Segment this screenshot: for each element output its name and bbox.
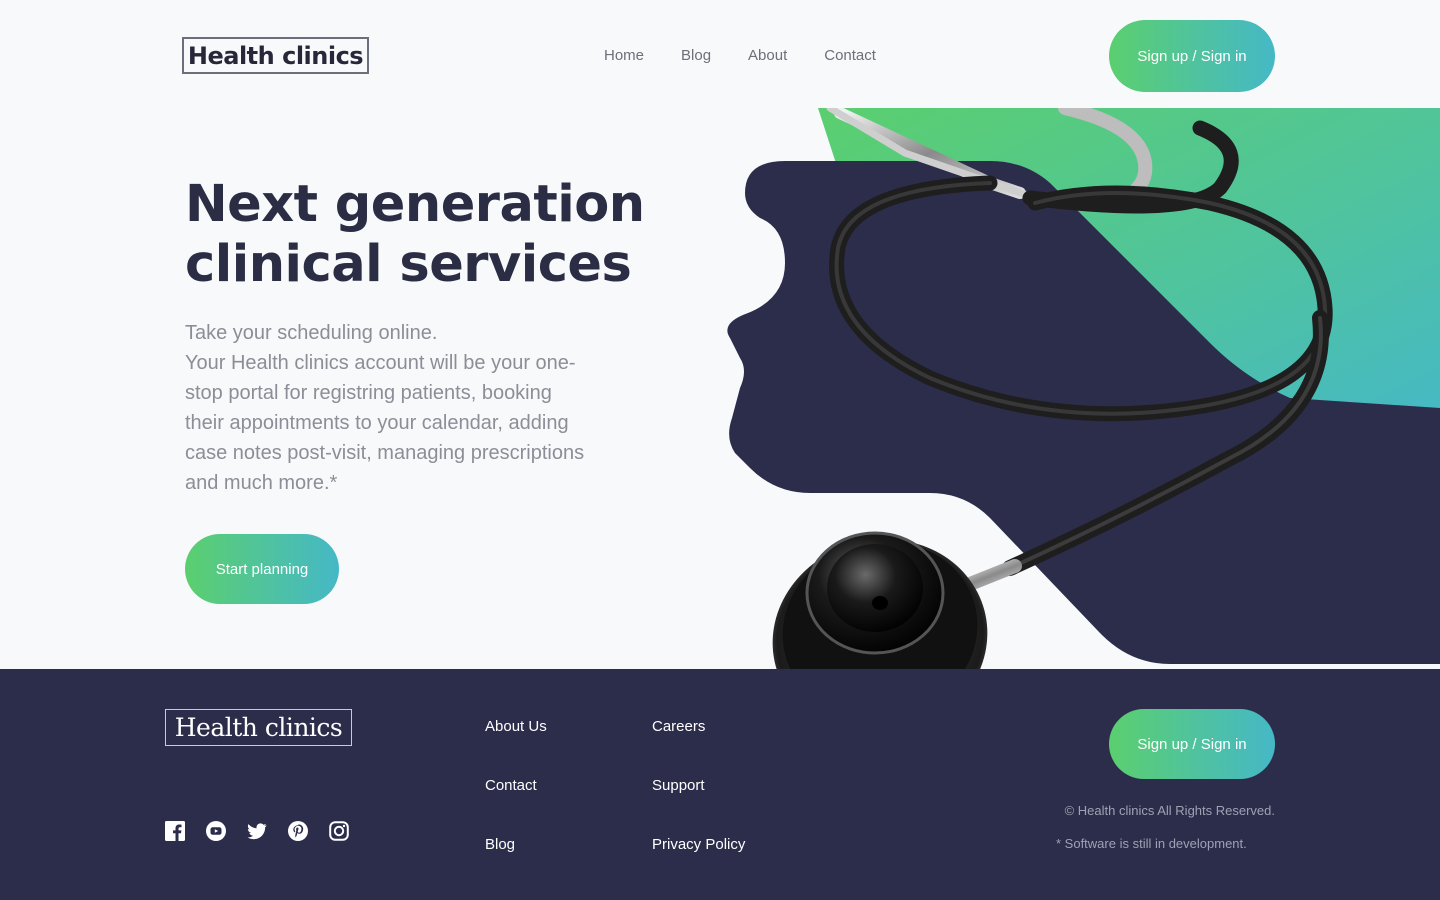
hero-title-line: clinical services <box>185 235 632 294</box>
footer: Health clinics About Us Contact Blog Car… <box>0 669 1440 900</box>
footer-link-blog[interactable]: Blog <box>485 835 547 894</box>
twitter-icon[interactable] <box>247 821 267 841</box>
hero-title-line: Next generation <box>185 175 645 234</box>
facebook-icon[interactable] <box>165 821 185 841</box>
youtube-icon[interactable] <box>206 821 226 841</box>
footer-links-col2: Careers Support Privacy Policy <box>652 717 745 894</box>
development-note: * Software is still in development. <box>1056 836 1247 851</box>
start-planning-button[interactable]: Start planning <box>185 534 339 604</box>
hero-description-line: and much more.* <box>185 472 338 494</box>
hero-description-line: Take your scheduling online. <box>185 322 438 344</box>
nav-contact[interactable]: Contact <box>824 46 876 66</box>
footer-link-support[interactable]: Support <box>652 776 745 835</box>
header-signup-button[interactable]: Sign up / Sign in <box>1109 20 1275 92</box>
hero-description-line: stop portal for registring patients, boo… <box>185 382 552 404</box>
hero-description-line: their appointments to your calendar, add… <box>185 412 569 434</box>
hero-description-line: Your Health clinics account will be your… <box>185 352 576 374</box>
footer-link-careers[interactable]: Careers <box>652 717 745 776</box>
pinterest-icon[interactable] <box>288 821 308 841</box>
stethoscope-illustration <box>727 108 1440 708</box>
footer-signup-button[interactable]: Sign up / Sign in <box>1109 709 1275 779</box>
nav-about[interactable]: About <box>748 46 787 66</box>
footer-links-col1: About Us Contact Blog <box>485 717 547 894</box>
main-nav: Home Blog About Contact <box>604 46 913 66</box>
copyright-text: © Health clinics All Rights Reserved. <box>1064 803 1275 818</box>
footer-link-privacy-policy[interactable]: Privacy Policy <box>652 835 745 894</box>
hero-description-line: case notes post-visit, managing prescrip… <box>185 442 585 464</box>
header-logo[interactable]: Health clinics <box>182 37 369 74</box>
footer-link-about-us[interactable]: About Us <box>485 717 547 776</box>
footer-link-contact[interactable]: Contact <box>485 776 547 835</box>
footer-logo[interactable]: Health clinics <box>165 709 352 746</box>
nav-blog[interactable]: Blog <box>681 46 711 66</box>
hero-title: Next generation clinical services <box>185 175 685 295</box>
social-links <box>165 821 349 841</box>
hero-description: Take your scheduling online. Your Health… <box>185 318 625 498</box>
nav-home[interactable]: Home <box>604 46 644 66</box>
instagram-icon[interactable] <box>329 821 349 841</box>
